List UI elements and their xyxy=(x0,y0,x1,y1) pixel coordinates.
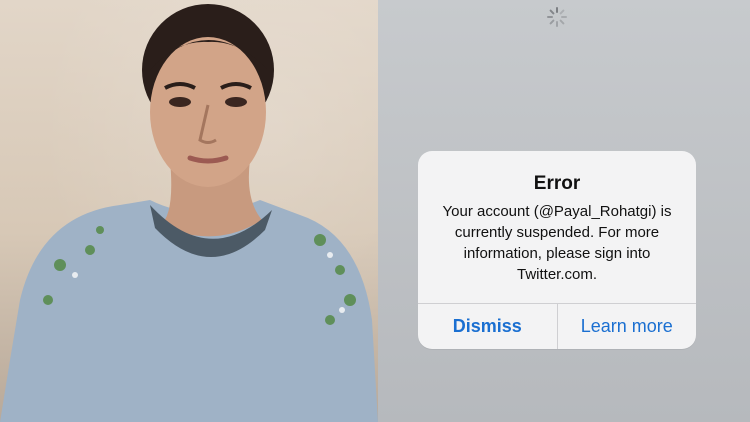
error-alert-dialog: Error Your account (@Payal_Rohatgi) is c… xyxy=(418,151,696,349)
alert-message: Your account (@Payal_Rohatgi) is current… xyxy=(442,203,672,283)
person-illustration xyxy=(0,4,378,422)
alert-title: Error xyxy=(533,173,581,194)
learn-more-button[interactable]: Learn more xyxy=(558,304,697,349)
phone-screen: Error Your account (@Payal_Rohatgi) is c… xyxy=(378,0,750,422)
person-photo xyxy=(0,0,378,422)
dismiss-button[interactable]: Dismiss xyxy=(418,304,558,349)
alert-button-row: Dismiss Learn more xyxy=(418,303,696,349)
loading-spinner-icon xyxy=(547,7,567,27)
